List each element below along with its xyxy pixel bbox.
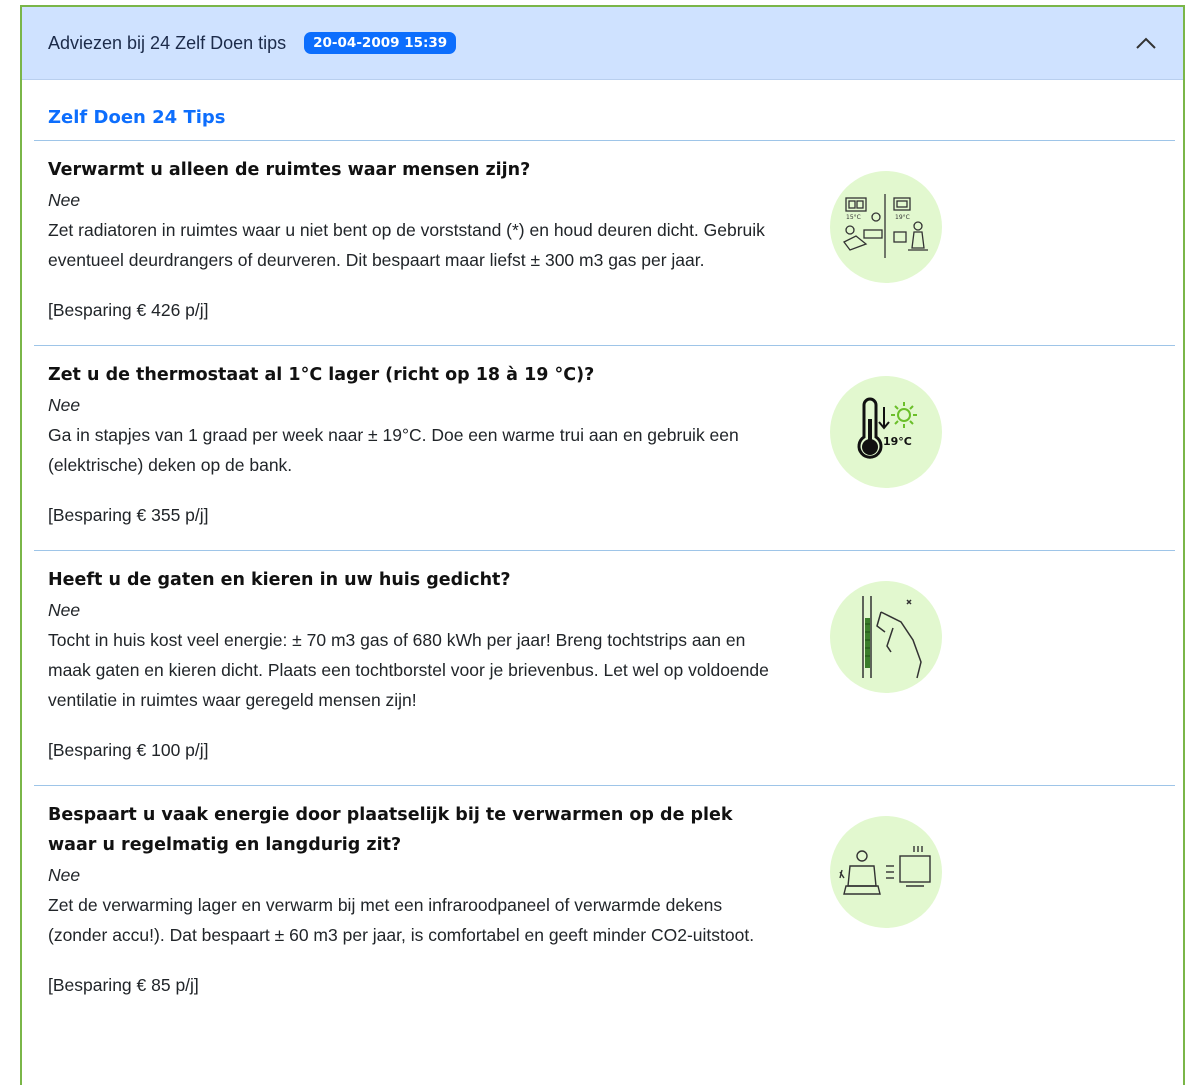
infrared-panel-icon <box>830 816 942 928</box>
chevron-up-icon[interactable] <box>1133 30 1159 56</box>
icon-label: 15°C <box>846 214 861 221</box>
accordion-header[interactable]: Adviezen bij 24 Zelf Doen tips 20-04-200… <box>22 7 1183 80</box>
thermometer-icon: 19°C <box>830 376 942 488</box>
accordion-title: Adviezen bij 24 Zelf Doen tips <box>48 32 287 53</box>
tip-saving: [Besparing € 100 p/j] <box>48 740 209 760</box>
rooms-heating-icon: 15°C 19°C <box>830 171 942 283</box>
tip-advice: Ga in stapjes van 1 graad per week naar … <box>48 425 739 475</box>
draught-strip-icon <box>830 581 942 693</box>
tip-item: Heeft u de gaten en kieren in uw huis ge… <box>34 550 1175 785</box>
icon-label: 19°C <box>883 435 912 448</box>
tip-question: Bespaart u vaak energie door plaatselijk… <box>48 805 733 855</box>
section-title: Zelf Doen 24 Tips <box>48 107 226 128</box>
tip-saving: [Besparing € 426 p/j] <box>48 300 209 320</box>
tip-item: Verwarmt u alleen de ruimtes waar mensen… <box>34 140 1175 345</box>
tip-saving: [Besparing € 355 p/j] <box>48 505 209 525</box>
tip-saving: [Besparing € 85 p/j] <box>48 975 199 995</box>
tip-item: Bespaart u vaak energie door plaatselijk… <box>34 785 1175 1020</box>
tip-answer: Nee <box>48 395 81 415</box>
date-badge: 20-04-2009 15:39 <box>304 32 457 54</box>
tip-answer: Nee <box>48 600 81 620</box>
tip-advice: Zet de verwarming lager en verwarm bij m… <box>48 895 755 945</box>
tip-question: Zet u de thermostaat al 1°C lager (richt… <box>48 365 595 385</box>
tip-question: Verwarmt u alleen de ruimtes waar mensen… <box>48 160 531 180</box>
advice-accordion: Adviezen bij 24 Zelf Doen tips 20-04-200… <box>20 5 1185 1085</box>
tip-answer: Nee <box>48 865 81 885</box>
tip-answer: Nee <box>48 190 81 210</box>
tip-advice: Zet radiatoren in ruimtes waar u niet be… <box>48 220 765 270</box>
tip-advice: Tocht in huis kost veel energie: ± 70 m3… <box>48 630 769 710</box>
icon-label: 19°C <box>895 214 910 221</box>
tip-question: Heeft u de gaten en kieren in uw huis ge… <box>48 570 511 590</box>
tip-item: Zet u de thermostaat al 1°C lager (richt… <box>34 345 1175 550</box>
